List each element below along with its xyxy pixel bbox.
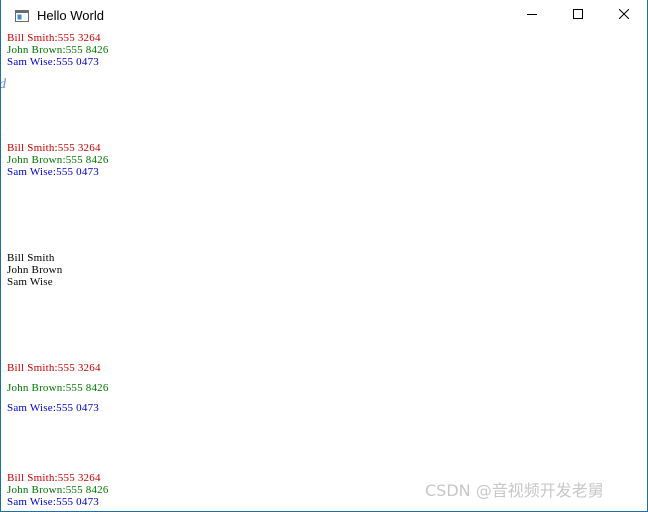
text-line-john-brown: John Brown:555 8426 <box>7 44 109 56</box>
text-line-sam-wise: Sam Wise:555 0473 <box>7 496 99 508</box>
text-line-john-brown: John Brown:555 8426 <box>7 154 109 166</box>
text-line-john-brown: John Brown <box>7 264 63 276</box>
text-line-john-brown: John Brown:555 8426 <box>7 382 109 394</box>
text-line-bill-smith: Bill Smith:555 3264 <box>7 362 101 374</box>
client-area: d c c Bill Smith:555 3264 John Brown:555… <box>1 30 647 511</box>
text-line-bill-smith: Bill Smith:555 3264 <box>7 142 101 154</box>
watermark: CSDN @音视频开发老舅 <box>425 481 604 500</box>
text-line-sam-wise: Sam Wise:555 0473 <box>7 56 99 68</box>
text-line-bill-smith: Bill Smith:555 3264 <box>7 472 101 484</box>
close-button[interactable] <box>601 0 647 30</box>
maximize-button[interactable] <box>555 0 601 30</box>
app-window: Hello World d c c Bill Smit <box>0 0 648 512</box>
minimize-icon <box>527 6 537 24</box>
maximize-icon <box>573 6 583 24</box>
text-line-sam-wise: Sam Wise <box>7 276 53 288</box>
title-bar[interactable]: Hello World <box>1 0 647 30</box>
text-line-john-brown: John Brown:555 8426 <box>7 484 109 496</box>
edge-glyph: d <box>1 78 6 92</box>
window-title: Hello World <box>37 8 104 23</box>
text-line-sam-wise: Sam Wise:555 0473 <box>7 166 99 178</box>
close-icon <box>618 6 630 24</box>
text-line-bill-smith: Bill Smith <box>7 252 55 264</box>
text-line-sam-wise: Sam Wise:555 0473 <box>7 402 99 414</box>
app-icon <box>15 9 29 22</box>
text-line-bill-smith: Bill Smith:555 3264 <box>7 32 101 44</box>
minimize-button[interactable] <box>509 0 555 30</box>
edge-glyph: c <box>1 130 5 144</box>
edge-glyph: c <box>1 153 5 167</box>
